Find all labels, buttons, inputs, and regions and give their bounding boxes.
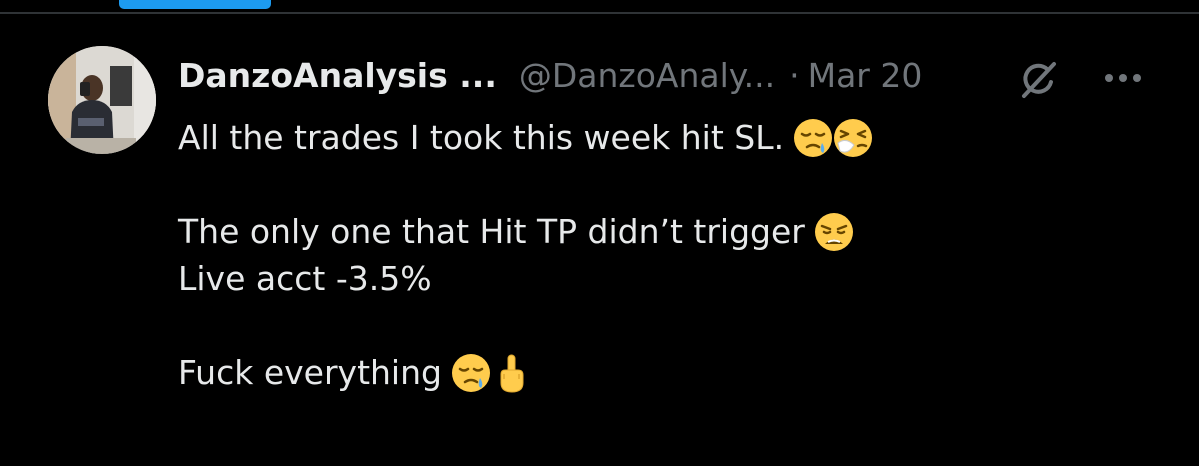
tweet-line: Fuck everything (178, 349, 874, 396)
tweet-line-text: The only one that Hit TP didn’t trigger (178, 212, 805, 251)
sleepy-face-icon (792, 117, 834, 159)
tweet-line-text: All the trades I took this week hit SL. (178, 118, 785, 157)
separator-dot: · (789, 55, 800, 95)
tweet-line: All the trades I took this week hit SL. (178, 114, 874, 161)
grok-icon[interactable] (1016, 58, 1058, 100)
sleepy-face-icon (450, 352, 492, 394)
tweet-text: All the trades I took this week hit SL. … (178, 114, 874, 396)
divider (0, 12, 1199, 14)
tweet-header: DanzoAnalysis ... @DanzoAnaly... · Mar 2… (178, 50, 922, 100)
weary-face-icon (813, 211, 855, 253)
active-tab-indicator (119, 0, 271, 9)
avatar[interactable] (48, 46, 156, 154)
tweet-line: Live acct -3.5% (178, 255, 874, 302)
tweet-line-text: Fuck everything (178, 353, 442, 392)
display-name[interactable]: DanzoAnalysis ... (178, 56, 497, 95)
sneezing-face-icon (832, 117, 874, 159)
tweet-line-text: Live acct -3.5% (178, 259, 432, 298)
user-handle[interactable]: @DanzoAnaly... (519, 56, 775, 95)
middle-finger-icon (490, 352, 532, 394)
tweet-date[interactable]: Mar 20 (808, 56, 923, 95)
more-options-icon[interactable] (1102, 70, 1144, 84)
tweet-line: The only one that Hit TP didn’t trigger (178, 208, 874, 255)
